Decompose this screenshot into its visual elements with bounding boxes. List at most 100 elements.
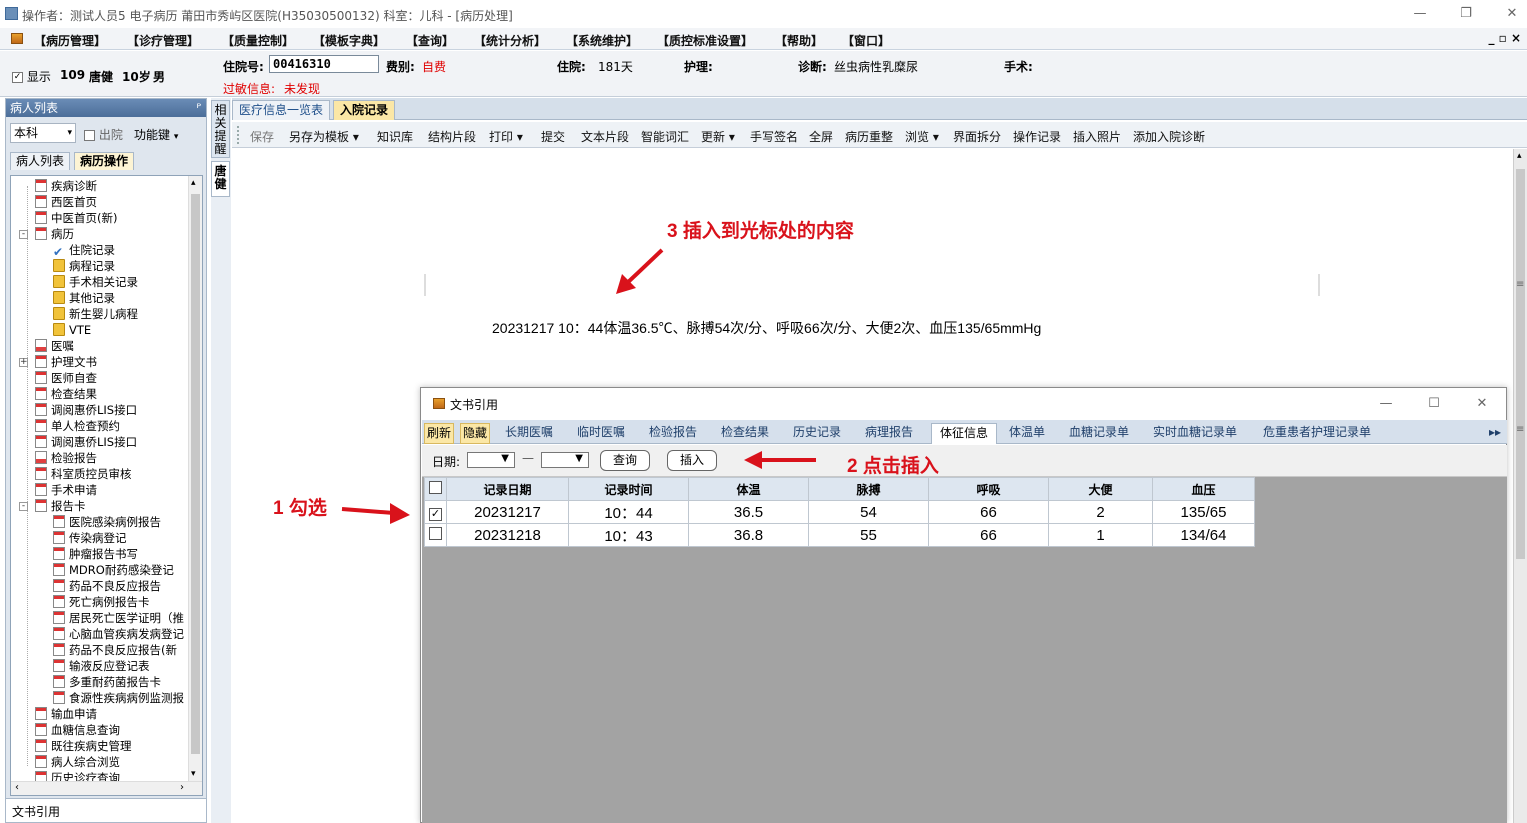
tab-temperature-chart[interactable]: 体温单 — [1009, 423, 1045, 444]
tab-vital-signs[interactable]: 体征信息 — [931, 423, 998, 444]
split-view-button[interactable]: 界面拆分 — [953, 128, 1001, 145]
dialog-maximize-button[interactable]: ☐ — [1419, 394, 1449, 414]
tab-exam-results[interactable]: 检查结果 — [721, 423, 769, 444]
tree-node[interactable]: 疾病诊断 — [35, 178, 97, 194]
scroll-right-icon[interactable]: › — [180, 782, 184, 793]
collapse-icon[interactable]: - — [19, 230, 28, 239]
tree-node[interactable]: 新生婴儿病程 — [53, 306, 138, 322]
tree-node[interactable]: 西医首页 — [35, 194, 97, 210]
table-row[interactable]: ✓ 20231217 10：44 36.5 54 66 2 135/65 — [424, 500, 1255, 524]
tree-node[interactable]: 医嘱 — [35, 338, 74, 354]
record-reorganize-button[interactable]: 病历重整 — [845, 128, 893, 145]
add-admission-diagnosis-button[interactable]: 添加入院诊断 — [1133, 128, 1205, 145]
tree-node[interactable]: 检验报告 — [35, 450, 97, 466]
tree-node[interactable]: 手术相关记录 — [53, 274, 138, 290]
tree-node[interactable]: 医师自查 — [35, 370, 97, 386]
menu-quality-control[interactable]: 【质量控制】 — [222, 32, 294, 49]
tree-node[interactable]: 中医首页(新) — [35, 210, 117, 226]
save-button[interactable]: 保存 — [250, 128, 274, 145]
tree-node[interactable]: 护理文书 — [35, 354, 97, 370]
tree-node[interactable]: 死亡病例报告卡 — [53, 594, 150, 610]
tree-node[interactable]: 心脑血管疾病发病登记 — [53, 626, 184, 642]
scroll-down-icon[interactable]: ▾ — [191, 769, 196, 779]
menu-statistics[interactable]: 【统计分析】 — [474, 32, 546, 49]
tab-record-ops[interactable]: 病历操作 — [74, 152, 135, 170]
pin-icon[interactable]: ᴾ — [196, 99, 201, 117]
scroll-thumb[interactable] — [1516, 169, 1525, 559]
tree-node[interactable]: 报告卡 — [35, 498, 86, 514]
tree-node[interactable]: 输血申请 — [35, 706, 97, 722]
dialog-close-button[interactable]: ✕ — [1467, 394, 1497, 414]
tab-patient-list[interactable]: 病人列表 — [10, 152, 71, 170]
tree-node[interactable]: 居民死亡医学证明（推 — [53, 610, 184, 626]
tab-critical-care[interactable]: 危重患者护理记录单 — [1263, 423, 1371, 444]
tab-admission-record[interactable]: 入院记录 — [333, 100, 396, 120]
knowledge-base-button[interactable]: 知识库 — [377, 128, 413, 145]
tree-node[interactable]: MDRO耐药感染登记 — [53, 562, 174, 578]
browse-button[interactable]: 浏览 ▾ — [905, 128, 939, 145]
tree-node[interactable]: 检查结果 — [35, 386, 97, 402]
smart-vocab-button[interactable]: 智能词汇 — [641, 128, 689, 145]
tab-hide[interactable]: 隐藏 — [460, 423, 491, 444]
handwritten-sign-button[interactable]: 手写签名 — [750, 128, 798, 145]
admission-no-field[interactable]: 00416310 — [269, 55, 379, 73]
tab-reminders[interactable]: 相关提醒 — [211, 100, 230, 158]
insert-photo-button[interactable]: 插入照片 — [1073, 128, 1121, 145]
print-button[interactable]: 打印 ▾ — [489, 128, 523, 145]
menu-template-dict[interactable]: 【模板字典】 — [313, 32, 385, 49]
menu-system-maint[interactable]: 【系统维护】 — [566, 32, 638, 49]
date-from-select[interactable]: ▼ — [467, 452, 515, 468]
close-button[interactable]: ✕ — [1497, 4, 1527, 24]
save-as-template-button[interactable]: 另存为模板 ▾ — [289, 128, 359, 145]
row-select-cell[interactable]: ✓ — [424, 500, 447, 524]
scroll-left-icon[interactable]: ‹ — [15, 782, 19, 793]
menu-treatment-mgmt[interactable]: 【诊疗管理】 — [127, 32, 199, 49]
more-tabs-icon[interactable]: ▸▸ — [1489, 423, 1501, 444]
tree-node[interactable]: 科室质控员审核 — [35, 466, 132, 482]
row-checkbox[interactable] — [429, 526, 442, 540]
maximize-button[interactable]: ❐ — [1451, 4, 1481, 24]
show-toggle[interactable]: ✓ 显示 — [12, 68, 51, 85]
tree-node[interactable]: 调阅惠侨LIS接口 — [35, 434, 137, 450]
tree-node[interactable]: 病历 — [35, 226, 74, 242]
menu-query[interactable]: 【查询】 — [406, 32, 454, 49]
table-row[interactable]: 20231218 10：43 36.8 55 66 1 134/64 — [424, 523, 1255, 547]
scroll-up-icon[interactable]: ▴ — [1517, 151, 1522, 161]
function-key-button[interactable]: 功能键 ▾ — [134, 126, 178, 143]
tree-node[interactable]: 既往疾病史管理 — [35, 738, 132, 754]
tree-node[interactable]: 手术申请 — [35, 482, 97, 498]
row-checkbox[interactable]: ✓ — [429, 507, 442, 521]
query-button[interactable]: 查询 — [600, 450, 650, 471]
dialog-minimize-button[interactable]: — — [1371, 394, 1401, 414]
discharged-toggle[interactable]: 出院 — [84, 126, 123, 143]
discharged-checkbox[interactable] — [84, 130, 95, 141]
tree-node[interactable]: VTE — [53, 322, 91, 338]
tree-node[interactable]: 输液反应登记表 — [53, 658, 150, 674]
tree-node[interactable]: 食源性疾病病例监测报 — [53, 690, 184, 706]
tree-node[interactable]: ✔ 住院记录 — [53, 242, 115, 258]
menu-qc-standards[interactable]: 【质控标准设置】 — [657, 32, 753, 49]
tree-node[interactable]: 病人综合浏览 — [35, 754, 120, 770]
operation-log-button[interactable]: 操作记录 — [1013, 128, 1061, 145]
tree-node[interactable]: 调阅惠侨LIS接口 — [35, 402, 137, 418]
tree-node[interactable]: 血糖信息查询 — [35, 722, 120, 738]
tree-node[interactable]: 传染病登记 — [53, 530, 127, 546]
insert-button[interactable]: 插入 — [667, 450, 717, 471]
document-vertical-scrollbar[interactable]: ▴ ≡ ≡ — [1513, 149, 1527, 823]
tab-lab-reports[interactable]: 检验报告 — [649, 423, 697, 444]
show-checkbox[interactable]: ✓ — [12, 72, 23, 83]
menu-record-mgmt[interactable]: 【病历管理】 — [34, 32, 106, 49]
tree-node[interactable]: 药品不良反应报告 — [53, 578, 161, 594]
mdi-window-controls[interactable]: _ ▫ × — [1488, 31, 1521, 45]
tree-node[interactable]: 多重耐药菌报告卡 — [53, 674, 161, 690]
app-menu-icon[interactable] — [11, 33, 23, 44]
fullscreen-button[interactable]: 全屏 — [809, 128, 833, 145]
expand-icon[interactable]: + — [19, 358, 28, 367]
tree-node[interactable]: 肿瘤报告书写 — [53, 546, 138, 562]
scroll-up-icon[interactable]: ▴ — [191, 178, 196, 188]
tab-glucose-record[interactable]: 血糖记录单 — [1069, 423, 1129, 444]
tree-node[interactable]: 医院感染病例报告 — [53, 514, 161, 530]
panel-footer[interactable]: 文书引用 — [6, 798, 206, 822]
tree-node[interactable]: 药品不良反应报告(新 — [53, 642, 177, 658]
tab-realtime-glucose[interactable]: 实时血糖记录单 — [1153, 423, 1237, 444]
